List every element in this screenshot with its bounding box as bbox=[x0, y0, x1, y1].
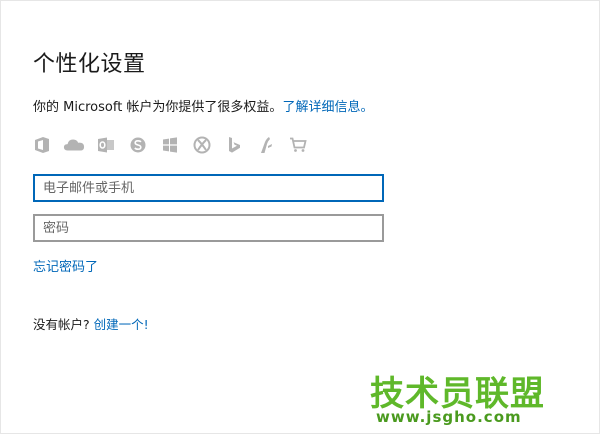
windows-icon bbox=[159, 134, 181, 156]
password-input[interactable] bbox=[33, 214, 384, 242]
page-title: 个性化设置 bbox=[33, 52, 146, 77]
create-account-link[interactable]: 创建一个! bbox=[94, 317, 149, 332]
outlook-icon bbox=[95, 134, 117, 156]
store-icon bbox=[287, 134, 309, 156]
onedrive-icon bbox=[63, 134, 85, 156]
xbox-icon bbox=[191, 134, 213, 156]
service-icons bbox=[31, 134, 319, 156]
email-input[interactable] bbox=[33, 174, 384, 202]
forgot-password-link[interactable]: 忘记密码了 bbox=[33, 256, 98, 275]
skype-icon bbox=[127, 134, 149, 156]
intro-text: 你的 Microsoft 帐户为你提供了很多权益。了解详细信息。 bbox=[33, 96, 373, 115]
msn-icon bbox=[255, 134, 277, 156]
learn-more-link[interactable]: 了解详细信息。 bbox=[282, 100, 373, 115]
no-account-label: 没有帐户? bbox=[33, 317, 94, 332]
bing-icon bbox=[223, 134, 245, 156]
watermark-url: www.jsgho.com bbox=[376, 408, 522, 426]
office-icon bbox=[31, 134, 53, 156]
signup-prompt: 没有帐户? 创建一个! bbox=[33, 314, 149, 333]
intro-label: 你的 Microsoft 帐户为你提供了很多权益。 bbox=[33, 100, 283, 115]
